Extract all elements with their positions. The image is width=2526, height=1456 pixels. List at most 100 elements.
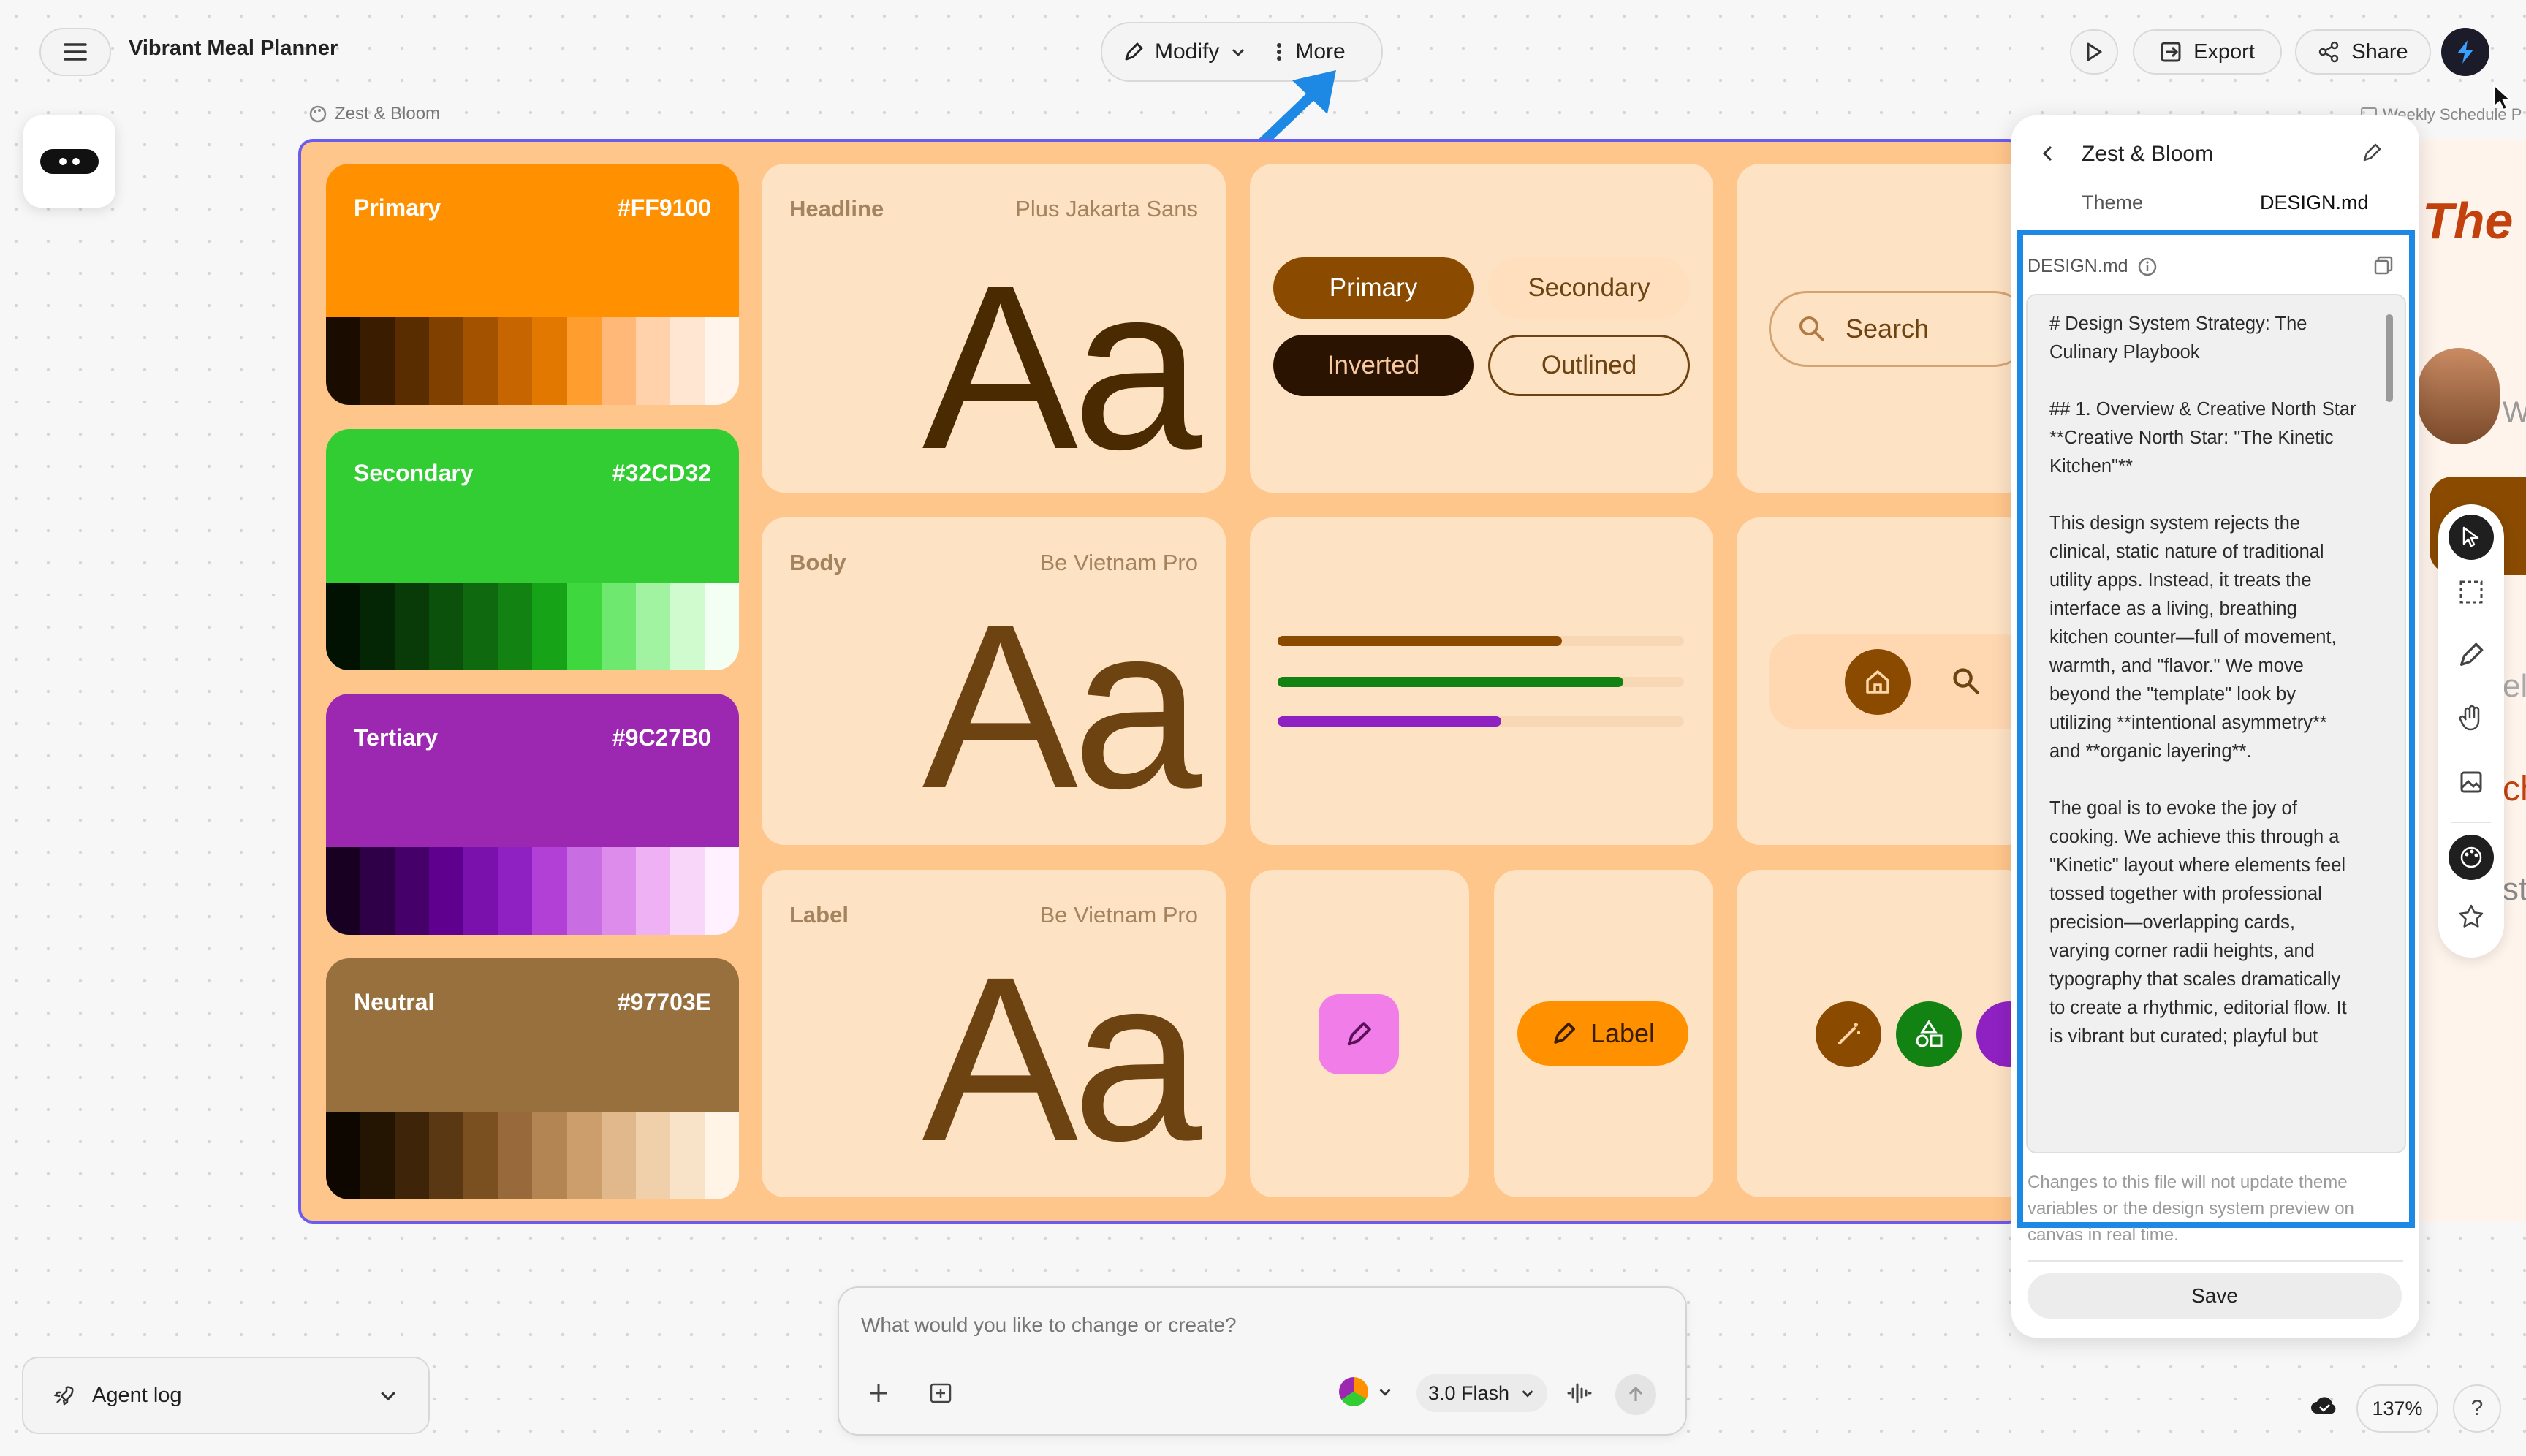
shapes-button[interactable] <box>1896 1001 1962 1067</box>
shade-cell <box>463 1112 498 1199</box>
type-card-body[interactable]: Body Be Vietnam Pro Aa <box>762 517 1226 845</box>
color-swatch-tertiary[interactable]: Tertiary #9C27B0 <box>326 694 739 935</box>
edit-pencil-icon[interactable] <box>2361 142 2383 164</box>
notice-text: Changes to this file will not update the… <box>2028 1172 2354 1245</box>
label-chip[interactable]: Label <box>1517 1001 1688 1066</box>
markdown-textarea[interactable]: # Design System Strategy: The Culinary P… <box>2026 294 2406 1153</box>
shade-cell <box>670 1112 705 1199</box>
export-button[interactable]: Export <box>2133 29 2282 75</box>
frame-label[interactable]: Zest & Bloom <box>308 104 440 124</box>
footer-divider <box>2028 1260 2403 1262</box>
preview-headline: The K <box>2422 192 2526 249</box>
select-tool[interactable] <box>2449 515 2494 560</box>
secondary-button-sample[interactable]: Secondary <box>1488 257 1690 319</box>
chip-label: Label <box>1590 1018 1655 1048</box>
more-button[interactable]: More <box>1276 39 1346 64</box>
editor-scrollbar[interactable] <box>2386 314 2393 402</box>
tab-design-md[interactable]: DESIGN.md <box>2260 192 2369 214</box>
search-nav-icon[interactable] <box>1950 665 1982 697</box>
color-swatch-primary[interactable]: Primary #FF9100 <box>326 164 739 405</box>
shade-cell <box>360 847 395 935</box>
pencil-icon <box>1123 41 1145 63</box>
type-card-headline[interactable]: Headline Plus Jakarta Sans Aa <box>762 164 1226 493</box>
share-label: Share <box>2351 39 2408 64</box>
modify-button[interactable]: Modify <box>1123 39 1247 64</box>
swatch-name: Primary <box>354 194 441 221</box>
edit-fab[interactable] <box>1319 994 1399 1074</box>
send-button[interactable] <box>1615 1374 1656 1415</box>
account-avatar[interactable] <box>2441 28 2489 76</box>
outlined-button-sample[interactable]: Outlined <box>1488 335 1690 396</box>
search-field-sample[interactable]: Search <box>1769 291 2032 367</box>
shapes-icon <box>1914 1019 1944 1050</box>
shade-cell <box>532 583 567 670</box>
add-screen-icon[interactable] <box>928 1381 953 1405</box>
shade-cell <box>601 317 636 405</box>
type-sample: Aa <box>922 575 1202 837</box>
export-label: Export <box>2193 39 2255 64</box>
share-button[interactable]: Share <box>2295 29 2431 75</box>
shade-cell <box>670 317 705 405</box>
pen-tool-icon[interactable] <box>2457 640 2486 670</box>
type-role: Body <box>789 550 846 575</box>
menu-button[interactable] <box>39 28 111 76</box>
copy-icon[interactable] <box>2373 254 2394 276</box>
shade-bar <box>326 317 739 405</box>
home-nav-item[interactable] <box>1845 649 1911 715</box>
play-button[interactable] <box>2070 29 2118 75</box>
preview-avatar <box>2418 348 2500 444</box>
swatch-name: Tertiary <box>354 724 439 751</box>
back-arrow-icon[interactable] <box>2038 143 2058 164</box>
help-button[interactable]: ? <box>2453 1384 2501 1433</box>
info-icon[interactable] <box>2137 257 2158 277</box>
file-label-row: DESIGN.md <box>2028 256 2158 277</box>
prompt-input[interactable] <box>861 1307 1658 1343</box>
color-dot-icon <box>1339 1377 1368 1406</box>
type-font: Plus Jakarta Sans <box>1015 196 1198 221</box>
inverted-button-sample[interactable]: Inverted <box>1273 335 1474 396</box>
swatch-hex: #32CD32 <box>612 460 711 486</box>
design-panel: Zest & Bloom Theme DESIGN.md DESIGN.md #… <box>2011 115 2419 1338</box>
marquee-select-icon[interactable] <box>2457 577 2486 607</box>
agent-status-button[interactable] <box>23 115 115 208</box>
shade-cell <box>670 847 705 935</box>
tab-theme[interactable]: Theme <box>2082 192 2143 214</box>
zoom-level[interactable]: 137% <box>2356 1384 2438 1433</box>
save-button[interactable]: Save <box>2028 1273 2402 1319</box>
type-sample: Aa <box>922 236 1202 493</box>
shade-cell <box>532 317 567 405</box>
color-swatch-neutral[interactable]: Neutral #97703E <box>326 958 739 1199</box>
type-role: Label <box>789 902 849 928</box>
shade-cell <box>360 583 395 670</box>
star-icon[interactable] <box>2457 902 2486 931</box>
magic-button[interactable] <box>1816 1001 1881 1067</box>
progress-bar <box>1278 636 1684 646</box>
prompt-box: 3.0 Flash <box>838 1286 1687 1436</box>
theme-color-picker[interactable] <box>1339 1377 1393 1406</box>
progress-fill <box>1278 716 1501 727</box>
more-vertical-icon <box>1276 42 1282 61</box>
pencil-icon <box>1344 1020 1373 1049</box>
shade-cell <box>498 317 533 405</box>
primary-button-sample[interactable]: Primary <box>1273 257 1474 319</box>
shade-cell <box>566 847 602 935</box>
shade-cell <box>704 1112 739 1199</box>
theme-tool[interactable] <box>2449 835 2494 880</box>
shade-cell <box>429 847 464 935</box>
image-tool-icon[interactable] <box>2457 767 2486 797</box>
share-icon <box>2318 41 2340 63</box>
add-icon[interactable] <box>867 1381 890 1405</box>
model-selector[interactable]: 3.0 Flash <box>1416 1374 1548 1412</box>
voice-wave-icon[interactable] <box>1566 1380 1592 1406</box>
hand-tool-icon[interactable] <box>2457 703 2486 732</box>
home-icon <box>1863 667 1892 697</box>
chevron-down-icon[interactable] <box>377 1384 399 1406</box>
type-card-label[interactable]: Label Be Vietnam Pro Aa <box>762 870 1226 1197</box>
color-swatch-secondary[interactable]: Secondary #32CD32 <box>326 429 739 670</box>
shade-cell <box>429 317 464 405</box>
preview-text-fragment: st <box>2503 871 2526 907</box>
progress-bar <box>1278 716 1684 727</box>
agent-log-panel[interactable]: Agent log <box>22 1357 430 1434</box>
chevron-down-icon <box>1379 1389 1391 1396</box>
shade-cell <box>326 1112 361 1199</box>
